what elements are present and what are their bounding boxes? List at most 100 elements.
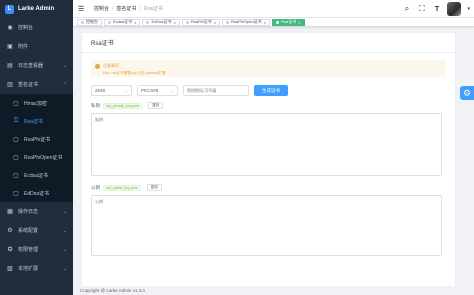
certificate-submenu: ▢ Hmac加密 ⚿ Rsa证书 ▢ RsaPfx证书 ▢ RsaPfxOpen…: [0, 94, 73, 202]
public-key-textarea[interactable]: [91, 195, 442, 256]
dashboard-icon: ◉: [7, 25, 13, 31]
gear-icon: ⚙: [462, 87, 472, 98]
sidebar-item-dashboard[interactable]: ◉ 控制台: [0, 18, 73, 37]
sidebar-item-label: 操作日志: [18, 209, 39, 215]
tag-label: EdDsa证书: [151, 19, 172, 24]
copy-private-button[interactable]: 复制: [148, 102, 164, 109]
private-key-label: 私钥: [91, 102, 100, 108]
sidebar-item-rsa[interactable]: ⚿ Rsa证书: [0, 112, 73, 130]
alert-title: 注意事项: [103, 63, 119, 68]
sidebar-item-system-config[interactable]: ⚙ 系统配置 ⌄: [0, 221, 73, 240]
breadcrumb-item[interactable]: 控制台: [94, 5, 109, 12]
lock-icon: ▢: [13, 100, 19, 107]
tag-label: Ecdsa证书: [113, 19, 133, 24]
close-icon[interactable]: ×: [264, 20, 266, 25]
breadcrumb-current: Rsa证书: [143, 6, 163, 12]
chevron-down-icon: ⌄: [62, 265, 67, 272]
tag-dot: [185, 20, 189, 24]
copy-public-button[interactable]: 复制: [146, 184, 162, 191]
key-length-select[interactable]: 2048 ⌄: [91, 85, 132, 96]
tag-dashboard[interactable]: 控制台: [77, 18, 102, 26]
sidebar-menu: ◉ 控制台 ▣ 附件 ▤ 日志查看器 ⌄ ▥ 签名证书 ⌃: [0, 18, 73, 94]
key-icon: ▢: [13, 190, 19, 197]
settings-panel-button[interactable]: ⚙: [460, 86, 474, 100]
permission-icon: ✪: [7, 247, 13, 253]
attachment-icon: ▣: [7, 44, 13, 50]
font-size-icon[interactable]: T: [432, 5, 441, 14]
tag-dot: [108, 20, 111, 24]
close-icon[interactable]: ×: [134, 20, 136, 25]
alert-content: 注意事项 Rsa, rsa证书需要php 开启 openssl扩展: [103, 63, 166, 76]
breadcrumb-item[interactable]: 签名证书: [116, 5, 136, 12]
top-navbar: ☰ 控制台 / 签名证书 / Rsa证书 ⌕ ⛶ T ▾: [73, 0, 474, 18]
public-key-label: 公钥: [91, 184, 100, 190]
generate-button[interactable]: 生成证书: [254, 85, 288, 96]
extension-icon: ▧: [7, 266, 13, 272]
hamburger-icon[interactable]: ☰: [78, 5, 86, 13]
tag-ecdsa[interactable]: Ecdsa证书 ×: [104, 18, 141, 26]
chevron-down-icon: ⌄: [62, 246, 67, 253]
close-icon[interactable]: ×: [214, 20, 216, 25]
chevron-down-icon: ⌄: [124, 88, 128, 93]
search-icon[interactable]: ⌕: [402, 4, 411, 14]
footer: Copyright @ Larke Admin v1.3.0: [73, 286, 474, 295]
tag-eddsa[interactable]: EdDsa证书 ×: [142, 18, 180, 26]
tag-rsapfxopen[interactable]: RsaPfxOpen证书 ×: [222, 18, 271, 26]
sidebar-item-label: Hmac加密: [24, 100, 48, 107]
tag-label: 控制台: [86, 19, 98, 24]
close-icon[interactable]: ×: [298, 20, 300, 25]
sidebar-item-ecdsa[interactable]: ▢ Ecdsa证书: [0, 166, 73, 184]
main-content: Rsa证书 ! 注意事项 Rsa, rsa证书需要php 开启 openssl扩…: [73, 27, 474, 290]
tag-label: RsaPfxOpen证书: [231, 19, 262, 24]
key-format-select[interactable]: PKCS#8 ⌄: [137, 85, 178, 96]
private-key-filename: rsa_private_key.pem: [103, 102, 143, 109]
close-icon[interactable]: ×: [173, 20, 175, 25]
public-key-filename: rsa_public_key.pem: [103, 184, 141, 191]
sidebar-item-label: Ecdsa证书: [24, 172, 48, 179]
settings-icon: ⚙: [7, 228, 13, 234]
sidebar-item-extensions[interactable]: ▧ 本地扩展 ⌄: [0, 259, 73, 278]
chevron-down-icon: ⌄: [62, 208, 67, 215]
chevron-up-icon: ⌃: [62, 81, 67, 88]
sidebar-item-certificate[interactable]: ▥ 签名证书 ⌃: [0, 75, 73, 94]
sidebar-item-label: 签名证书: [18, 82, 39, 88]
sidebar-menu-bottom: ▦ 操作日志 ⌄ ⚙ 系统配置 ⌄ ✪ 权限管理 ⌄ ▧ 本地扩展 ⌄: [0, 202, 73, 278]
sidebar-item-label: 控制台: [18, 25, 34, 31]
tag-dot: [146, 20, 150, 24]
breadcrumb: 控制台 / 签名证书 / Rsa证书: [94, 5, 163, 13]
tag-dot: [226, 20, 230, 24]
key-icon: ▢: [13, 136, 19, 143]
sidebar-item-attachment[interactable]: ▣ 附件: [0, 37, 73, 56]
sidebar-item-label: 权限管理: [18, 247, 39, 253]
header-actions: ⌕ ⛶ T ▾: [402, 2, 470, 16]
sidebar-item-log-viewer[interactable]: ▤ 日志查看器 ⌄: [0, 56, 73, 75]
tag-rsapfx[interactable]: RsaPfx证书 ×: [181, 18, 221, 26]
generate-form: 2048 ⌄ PKCS#8 ⌄ 生成证书: [91, 85, 446, 96]
logo[interactable]: L Larke Admin: [0, 0, 73, 18]
private-key-textarea[interactable]: [91, 113, 442, 176]
avatar[interactable]: [447, 2, 462, 16]
private-key-label-row: 私钥 rsa_private_key.pem 复制: [91, 102, 446, 109]
sidebar: L Larke Admin ◉ 控制台 ▣ 附件 ▤ 日志查看器 ⌄ ▥ 签名证…: [0, 0, 73, 295]
caret-down-icon[interactable]: ▾: [467, 6, 470, 12]
breadcrumb-separator: /: [112, 5, 114, 12]
sidebar-item-label: 本地扩展: [18, 266, 39, 272]
sidebar-item-permissions[interactable]: ✪ 权限管理 ⌄: [0, 240, 73, 259]
select-value: 2048: [95, 88, 106, 93]
fullscreen-icon[interactable]: ⛶: [417, 4, 426, 14]
sidebar-item-label: RsaPfxOpen证书: [24, 154, 63, 161]
log-icon: ▤: [7, 63, 13, 69]
sidebar-item-label: Rsa证书: [24, 118, 43, 125]
chevron-down-icon: ⌄: [62, 227, 67, 234]
sidebar-item-label: EdDsa证书: [24, 190, 50, 197]
select-value: PKCS#8: [141, 88, 159, 93]
operation-log-icon: ▦: [7, 209, 13, 215]
sidebar-item-rsapfxopen[interactable]: ▢ RsaPfxOpen证书: [0, 148, 73, 166]
sidebar-item-rsapfx[interactable]: ▢ RsaPfx证书: [0, 130, 73, 148]
sidebar-item-eddsa[interactable]: ▢ EdDsa证书: [0, 184, 73, 202]
sidebar-item-hmac[interactable]: ▢ Hmac加密: [0, 94, 73, 112]
tag-rsa[interactable]: Rsa证书 ×: [272, 18, 305, 26]
sidebar-item-operation-log[interactable]: ▦ 操作日志 ⌄: [0, 202, 73, 221]
logo-icon: L: [5, 4, 14, 14]
passphrase-input[interactable]: [183, 85, 249, 96]
